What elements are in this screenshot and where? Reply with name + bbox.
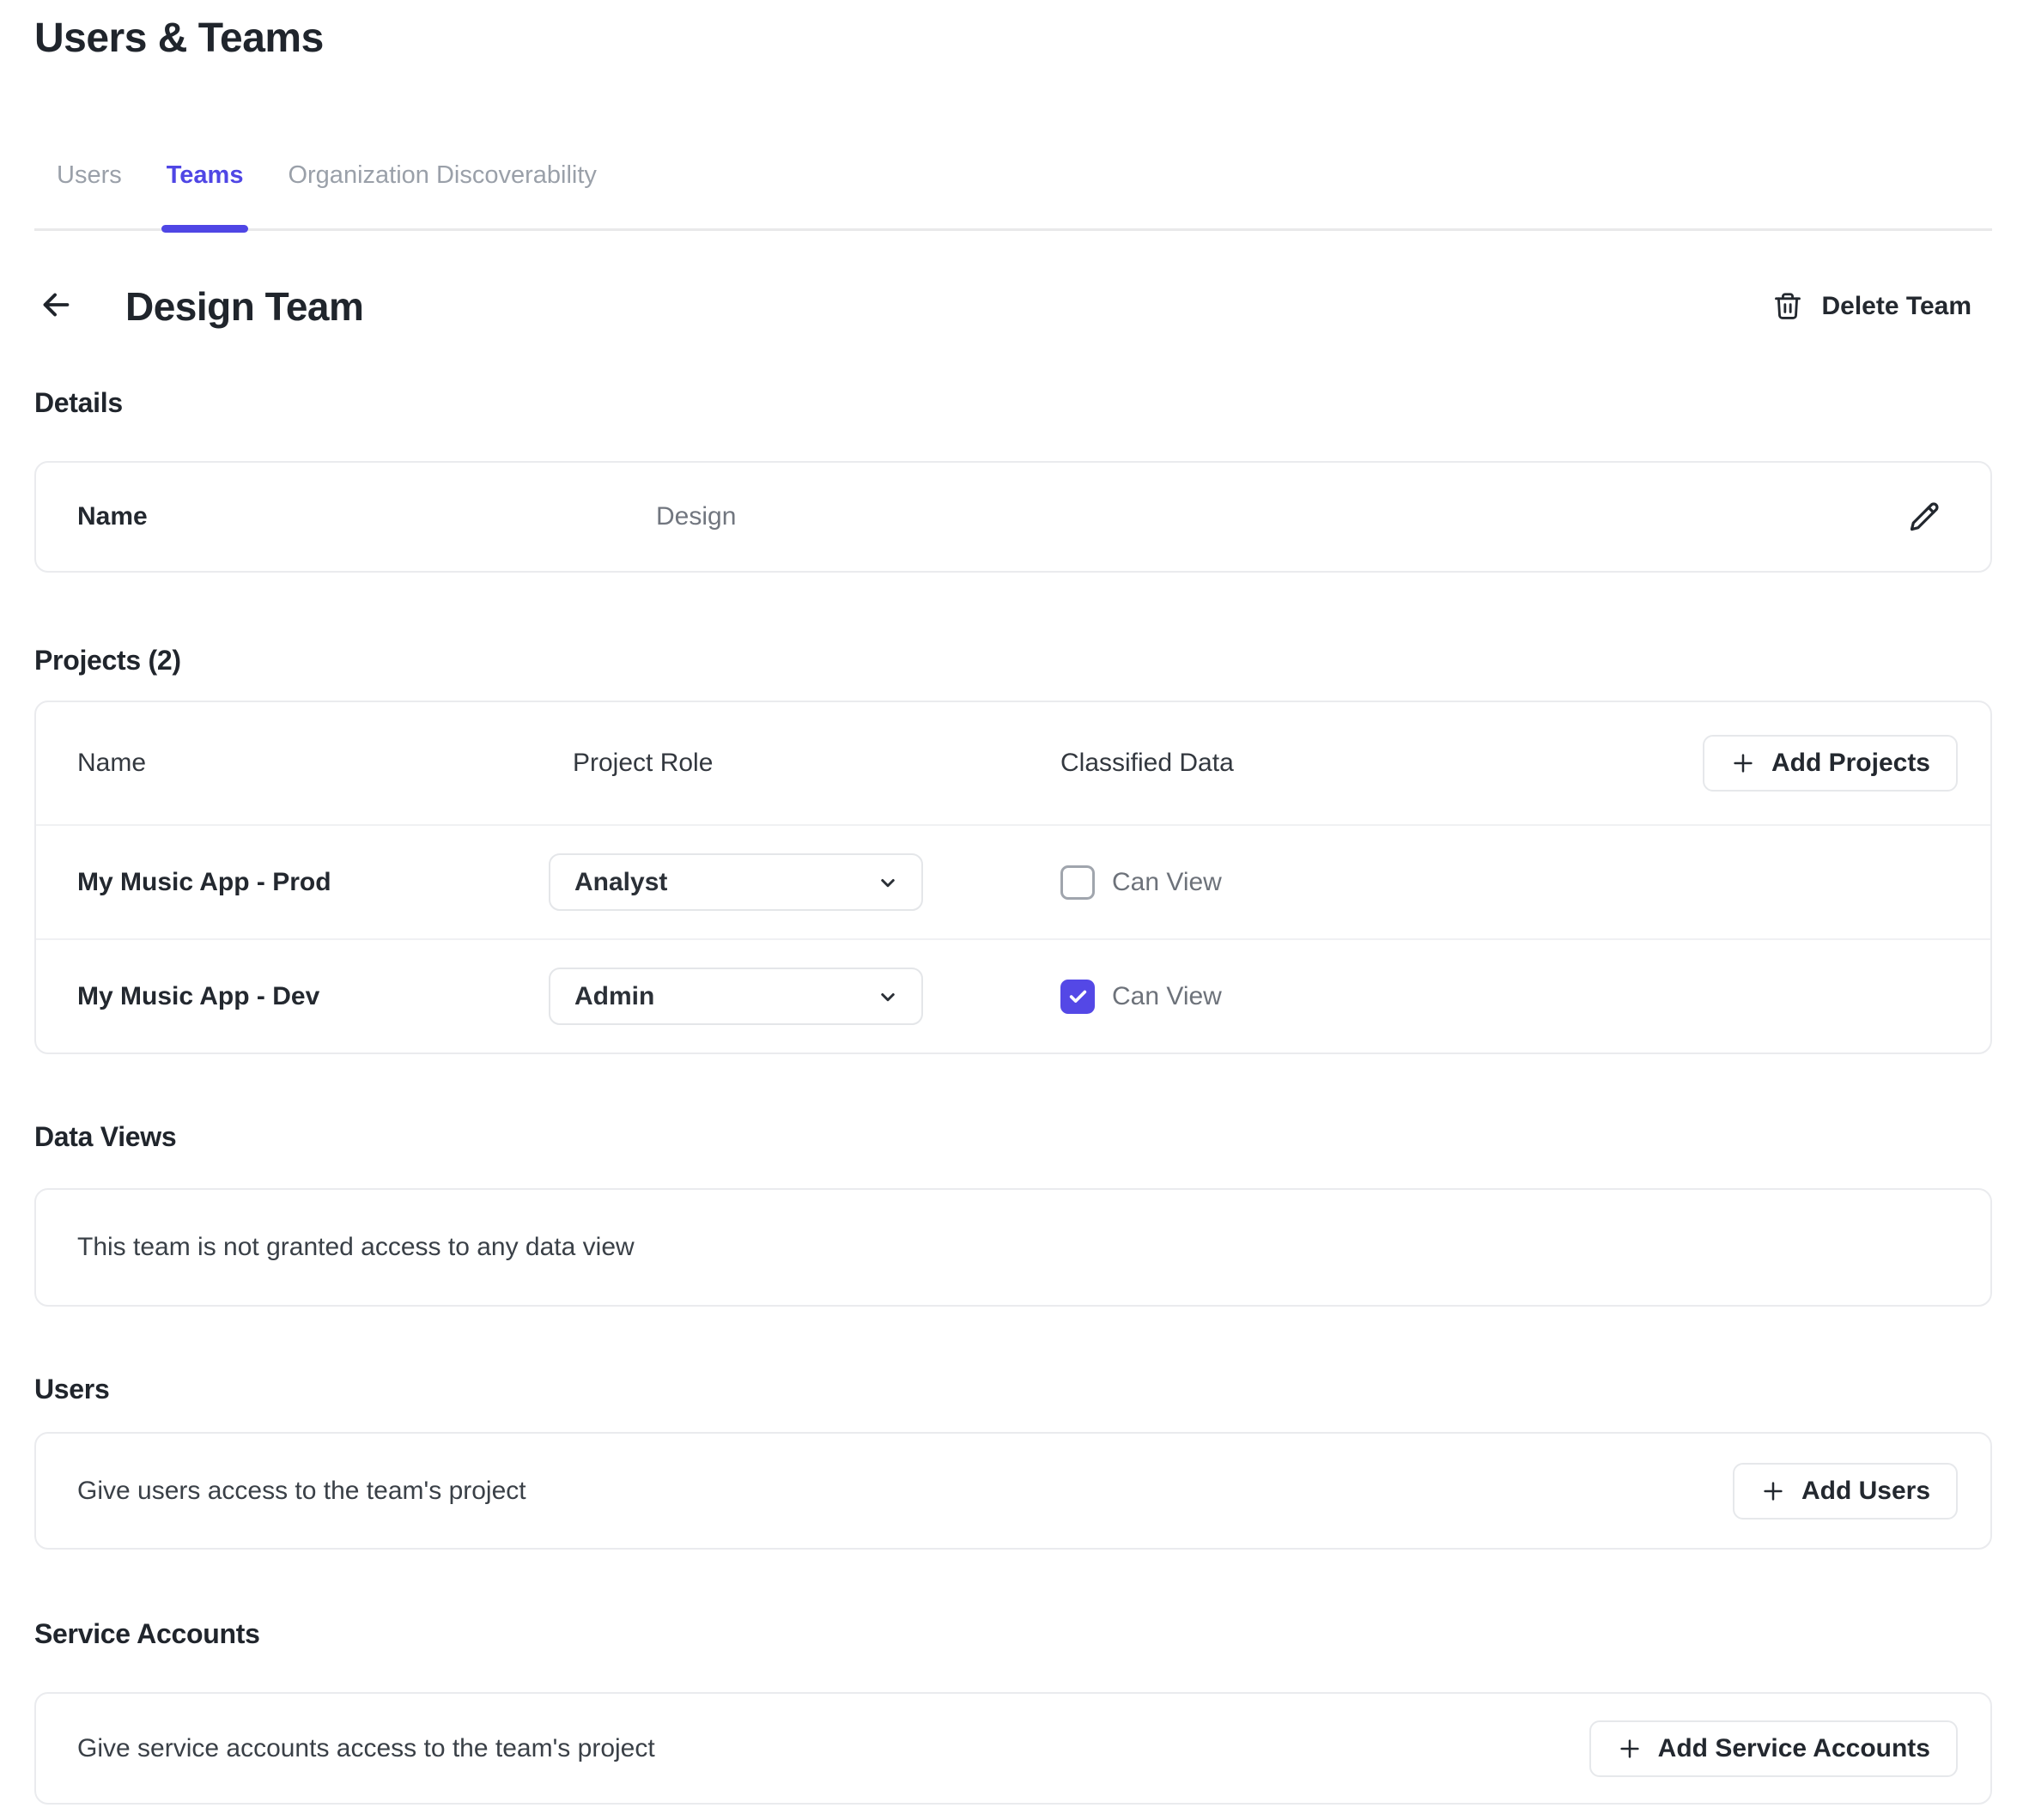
tab-users[interactable]: Users bbox=[34, 160, 144, 228]
project-role-selected-value: Analyst bbox=[574, 868, 667, 897]
edit-name-button[interactable] bbox=[1901, 494, 1946, 539]
plus-icon bbox=[1617, 1736, 1643, 1762]
trash-icon bbox=[1771, 290, 1804, 323]
plus-icon bbox=[1730, 750, 1756, 776]
plus-icon bbox=[1760, 1478, 1786, 1504]
project-role-selected-value: Admin bbox=[574, 982, 654, 1011]
team-header: Design Team Delete Team bbox=[34, 282, 1992, 331]
chevron-down-icon bbox=[875, 984, 901, 1010]
projects-card: Name Project Role Classified Data Add Pr… bbox=[34, 701, 1992, 1054]
projects-table-header: Name Project Role Classified Data Add Pr… bbox=[36, 702, 1990, 824]
details-heading: Details bbox=[34, 385, 1992, 420]
service-accounts-heading: Service Accounts bbox=[34, 1617, 1992, 1651]
service-accounts-empty-text: Give service accounts access to the team… bbox=[77, 1734, 655, 1763]
tab-organization-discoverability[interactable]: Organization Discoverability bbox=[265, 160, 618, 228]
table-row-project-prod: My Music App - Prod Analyst Can View bbox=[36, 824, 1990, 938]
pencil-icon bbox=[1904, 497, 1943, 537]
check-icon bbox=[1066, 985, 1090, 1008]
add-projects-label: Add Projects bbox=[1771, 749, 1930, 778]
add-projects-button[interactable]: Add Projects bbox=[1703, 735, 1958, 792]
delete-team-label: Delete Team bbox=[1821, 292, 1971, 321]
details-name-value: Design bbox=[656, 502, 736, 531]
can-view-checkbox-dev[interactable] bbox=[1060, 980, 1095, 1014]
chevron-down-icon bbox=[875, 870, 901, 895]
can-view-checkbox-prod[interactable] bbox=[1060, 865, 1095, 900]
tab-bar: Users Teams Organization Discoverability bbox=[34, 160, 1992, 231]
projects-heading: Projects (2) bbox=[34, 643, 1992, 677]
data-views-card: This team is not granted access to any d… bbox=[34, 1188, 1992, 1307]
tab-teams[interactable]: Teams bbox=[144, 160, 266, 228]
delete-team-button[interactable]: Delete Team bbox=[1771, 290, 1971, 323]
details-name-label: Name bbox=[77, 502, 656, 531]
users-heading: Users bbox=[34, 1372, 1992, 1406]
project-name: My Music App - Dev bbox=[77, 982, 549, 1011]
arrow-left-icon bbox=[36, 285, 76, 329]
table-row-project-dev: My Music App - Dev Admin Can View bbox=[36, 938, 1990, 1053]
service-accounts-card: Give service accounts access to the team… bbox=[34, 1692, 1992, 1805]
can-view-label: Can View bbox=[1112, 868, 1222, 897]
users-empty-text: Give users access to the team's project bbox=[77, 1477, 526, 1506]
can-view-label: Can View bbox=[1112, 982, 1222, 1011]
team-title: Design Team bbox=[125, 283, 363, 330]
add-users-button[interactable]: Add Users bbox=[1733, 1463, 1958, 1520]
project-role-select-prod[interactable]: Analyst bbox=[549, 853, 923, 911]
add-service-accounts-button[interactable]: Add Service Accounts bbox=[1589, 1720, 1958, 1777]
data-views-empty-text: This team is not granted access to any d… bbox=[77, 1233, 635, 1262]
page-title: Users & Teams bbox=[34, 14, 1992, 64]
project-name: My Music App - Prod bbox=[77, 868, 549, 897]
add-users-label: Add Users bbox=[1801, 1477, 1930, 1506]
project-role-select-dev[interactable]: Admin bbox=[549, 968, 923, 1025]
column-header-classified-data: Classified Data bbox=[1060, 749, 1234, 778]
add-service-accounts-label: Add Service Accounts bbox=[1658, 1734, 1930, 1763]
column-header-project-role: Project Role bbox=[549, 749, 1060, 778]
details-card: Name Design bbox=[34, 461, 1992, 573]
column-header-name: Name bbox=[77, 749, 549, 778]
data-views-heading: Data Views bbox=[34, 1119, 1992, 1154]
users-card: Give users access to the team's project … bbox=[34, 1432, 1992, 1550]
back-button[interactable] bbox=[34, 285, 77, 328]
users-teams-page: Users & Teams Users Teams Organization D… bbox=[0, 0, 2023, 1805]
